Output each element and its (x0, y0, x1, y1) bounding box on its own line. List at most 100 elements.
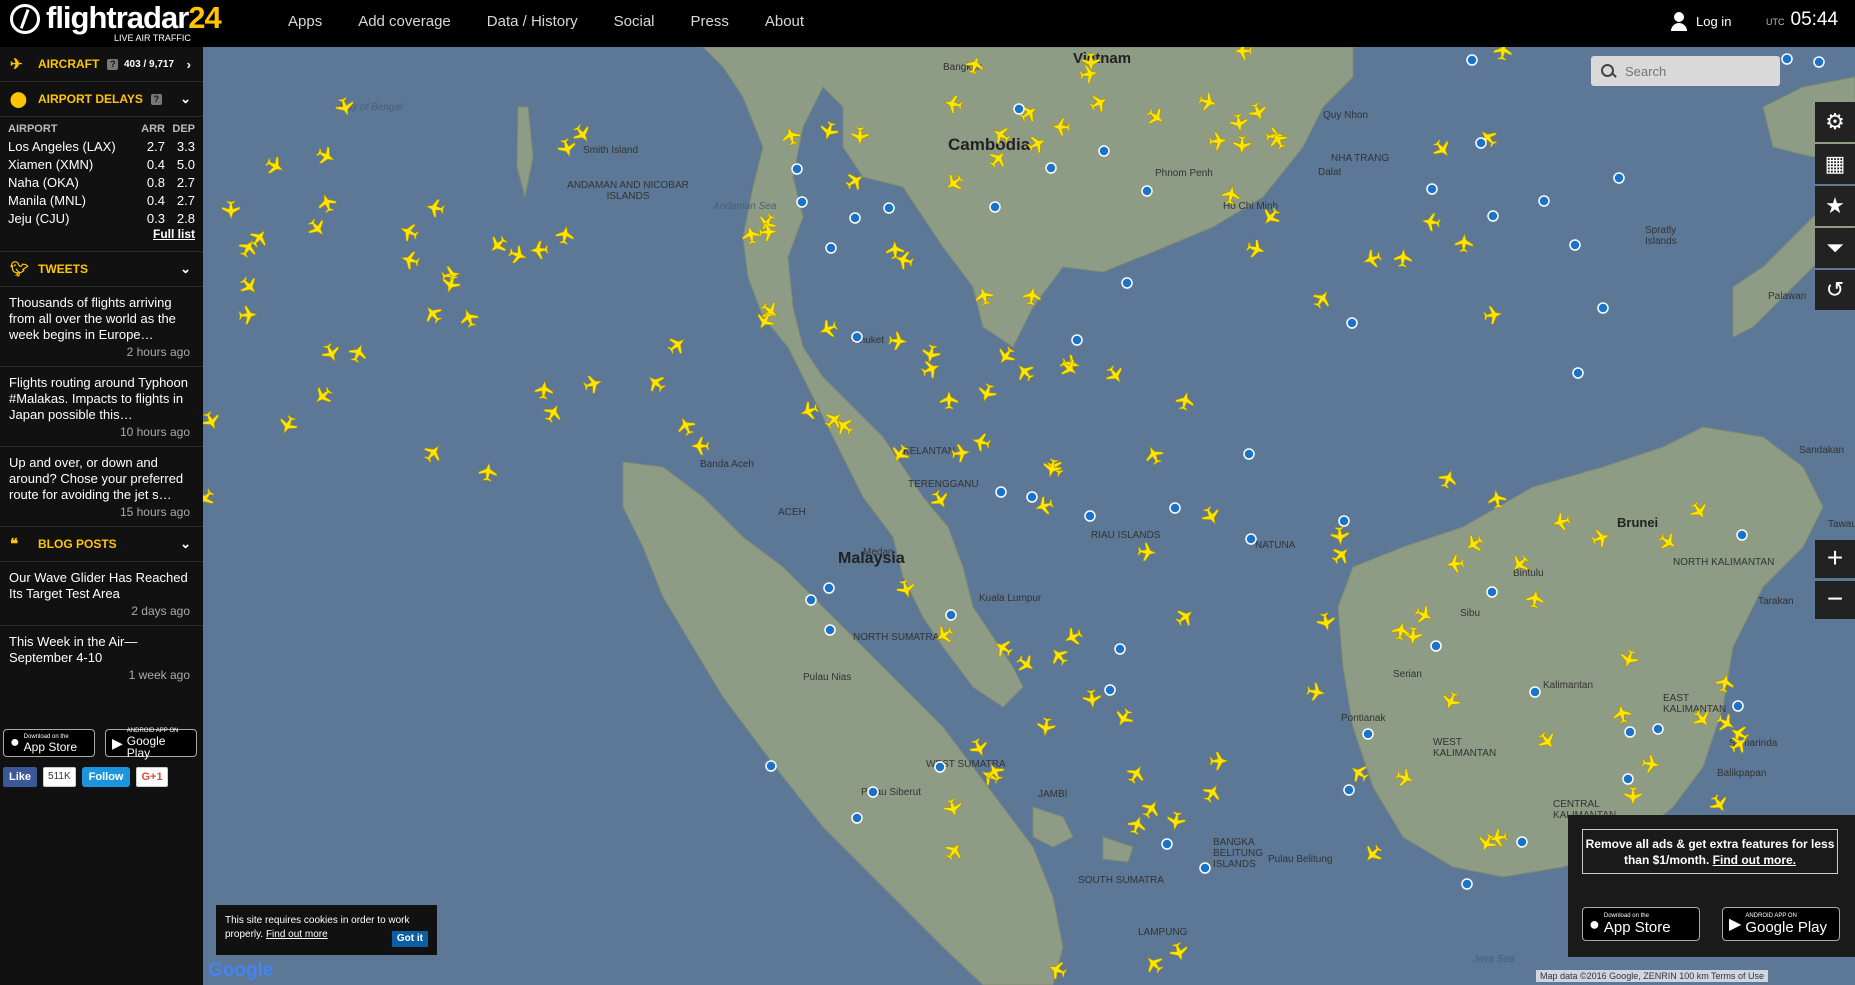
airport-pin-icon[interactable] (1045, 162, 1057, 174)
aircraft-marker-icon[interactable] (1245, 238, 1267, 260)
aircraft-marker-icon[interactable] (975, 381, 998, 404)
aircraft-marker-icon[interactable] (1656, 530, 1681, 555)
google-play-button[interactable]: ▶ ANDROID APP ON Google Play (105, 728, 197, 759)
login-button[interactable]: Log in (1670, 12, 1731, 31)
aircraft-marker-icon[interactable] (973, 285, 995, 307)
aircraft-marker-icon[interactable] (203, 485, 218, 510)
airport-pin-icon[interactable] (1338, 515, 1350, 527)
nav-data-history[interactable]: Data / History (469, 0, 596, 43)
airport-pin-icon[interactable] (1169, 502, 1181, 514)
table-row[interactable]: Jeju (CJU) 0.3 2.8 (8, 209, 195, 227)
airport-pin-icon[interactable] (1529, 686, 1541, 698)
aircraft-marker-icon[interactable] (991, 636, 1016, 661)
aircraft-marker-icon[interactable] (1266, 128, 1290, 152)
twitter-follow-button[interactable]: Follow (81, 767, 131, 787)
aircraft-marker-icon[interactable] (967, 736, 991, 760)
aircraft-marker-icon[interactable] (1079, 64, 1100, 85)
aircraft-marker-icon[interactable] (304, 215, 329, 240)
airport-pin-icon[interactable] (867, 786, 879, 798)
aircraft-marker-icon[interactable] (1232, 135, 1252, 155)
aircraft-marker-icon[interactable] (1525, 589, 1545, 609)
aircraft-marker-icon[interactable] (1233, 47, 1253, 61)
aircraft-marker-icon[interactable] (1436, 467, 1459, 490)
aircraft-marker-icon[interactable] (740, 224, 761, 246)
got-it-button[interactable]: Got it (391, 931, 428, 947)
aircraft-marker-icon[interactable] (1346, 760, 1371, 785)
airport-pin-icon[interactable] (1538, 195, 1550, 207)
aircraft-marker-icon[interactable] (674, 414, 698, 438)
airport-pin-icon[interactable] (1161, 838, 1173, 850)
airport-pin-icon[interactable] (945, 609, 957, 621)
airport-pin-icon[interactable] (851, 812, 863, 824)
aircraft-marker-icon[interactable] (1197, 91, 1219, 113)
airport-pin-icon[interactable] (824, 624, 836, 636)
aircraft-marker-icon[interactable] (1082, 689, 1102, 709)
aircraft-marker-icon[interactable] (1036, 717, 1056, 737)
aircraft-marker-icon[interactable] (1168, 941, 1191, 964)
aircraft-marker-icon[interactable] (941, 170, 966, 195)
aircraft-marker-icon[interactable] (798, 400, 821, 423)
airport-pin-icon[interactable] (1732, 700, 1744, 712)
table-row[interactable]: Naha (OKA) 0.8 2.7 (8, 173, 195, 191)
aircraft-marker-icon[interactable] (556, 137, 578, 159)
airport-pin-icon[interactable] (1121, 277, 1133, 289)
aircraft-panel-header[interactable]: ✈ AIRCRAFT ? 403 / 9,717 › (0, 47, 203, 82)
google-play-button[interactable]: ▶ ANDROID APP ON Google Play (1722, 907, 1840, 941)
aircraft-marker-icon[interactable] (1013, 651, 1038, 676)
aircraft-marker-icon[interactable] (1137, 542, 1157, 562)
aircraft-marker-icon[interactable] (1112, 706, 1137, 731)
aircraft-marker-icon[interactable] (1045, 958, 1069, 982)
favorites-star-icon[interactable]: ★ (1815, 186, 1855, 226)
help-icon[interactable]: ? (107, 58, 119, 70)
airport-pin-icon[interactable] (1486, 586, 1498, 598)
nav-about[interactable]: About (747, 0, 822, 43)
blog-item[interactable]: This Week in the Air—September 4-10 1 we… (0, 626, 203, 689)
aircraft-marker-icon[interactable] (1403, 626, 1423, 646)
table-row[interactable]: Manila (MNL) 0.4 2.7 (8, 191, 195, 209)
airport-pin-icon[interactable] (805, 594, 817, 606)
aircraft-marker-icon[interactable] (1421, 212, 1441, 232)
aircraft-marker-icon[interactable] (989, 123, 1014, 148)
logo[interactable]: flightradar24 LIVE AIR TRAFFIC (10, 0, 222, 44)
aircraft-marker-icon[interactable] (316, 192, 339, 215)
airport-pin-icon[interactable] (989, 201, 1001, 213)
aircraft-marker-icon[interactable] (555, 225, 576, 246)
airport-pin-icon[interactable] (1199, 862, 1211, 874)
airport-pin-icon[interactable] (1572, 367, 1584, 379)
aircraft-marker-icon[interactable] (1550, 511, 1572, 533)
tweet-item[interactable]: Flights routing around Typhoon #Malakas.… (0, 367, 203, 447)
aircraft-marker-icon[interactable] (941, 838, 966, 863)
aircraft-marker-icon[interactable] (1315, 611, 1336, 632)
airport-pin-icon[interactable] (1736, 529, 1748, 541)
airport-pin-icon[interactable] (995, 486, 1007, 498)
aircraft-marker-icon[interactable] (895, 578, 917, 600)
remove-ads-banner[interactable]: Remove all ads & get extra features for … (1582, 829, 1838, 874)
airport-pin-icon[interactable] (934, 761, 946, 773)
nav-social[interactable]: Social (596, 0, 673, 43)
aircraft-marker-icon[interactable] (932, 623, 957, 648)
aircraft-marker-icon[interactable] (1246, 100, 1269, 123)
aircraft-marker-icon[interactable] (457, 306, 480, 329)
airport-pin-icon[interactable] (1098, 145, 1110, 157)
aircraft-marker-icon[interactable] (1393, 248, 1413, 268)
aircraft-marker-icon[interactable] (420, 440, 445, 465)
aircraft-marker-icon[interactable] (221, 200, 241, 220)
app-store-button[interactable]: ● Download on the App Store (1582, 907, 1700, 941)
aircraft-marker-icon[interactable] (942, 93, 964, 114)
aircraft-marker-icon[interactable] (1200, 781, 1225, 806)
airport-pin-icon[interactable] (1569, 239, 1581, 251)
aircraft-marker-icon[interactable] (1393, 766, 1416, 789)
nav-add-coverage[interactable]: Add coverage (340, 0, 469, 43)
aircraft-marker-icon[interactable] (1143, 104, 1168, 129)
aircraft-marker-icon[interactable] (1590, 527, 1613, 550)
aircraft-marker-icon[interactable] (507, 244, 530, 267)
aircraft-marker-icon[interactable] (1534, 728, 1559, 753)
aircraft-marker-icon[interactable] (1087, 91, 1111, 115)
aircraft-marker-icon[interactable] (1707, 792, 1732, 817)
aircraft-marker-icon[interactable] (1012, 359, 1037, 384)
airport-pin-icon[interactable] (1466, 54, 1478, 66)
airport-delays-header[interactable]: ⬤ AIRPORT DELAYS ? ⌄ (0, 82, 203, 117)
aircraft-marker-icon[interactable] (1022, 286, 1043, 307)
facebook-like-button[interactable]: Like (3, 767, 38, 787)
aircraft-marker-icon[interactable] (314, 144, 338, 168)
